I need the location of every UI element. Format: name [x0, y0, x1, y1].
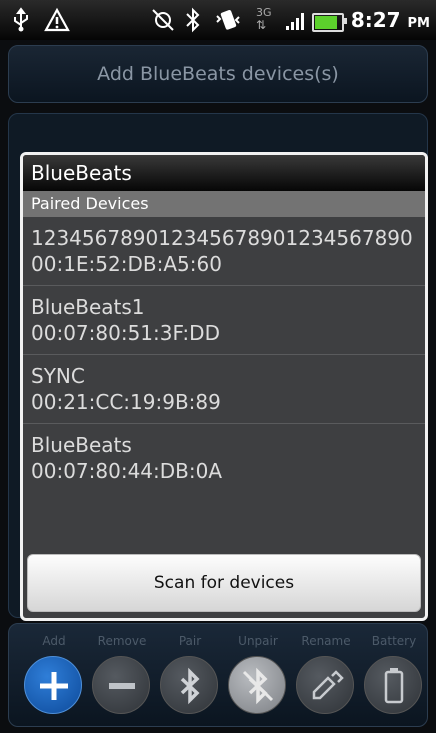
plus-icon	[24, 656, 82, 714]
remove-label: Remove	[97, 634, 147, 648]
header-panel: Add BlueBeats devices(s)	[8, 45, 428, 103]
pair-label: Pair	[178, 634, 202, 648]
device-item[interactable]: SYNC 00:21:CC:19:9B:89	[23, 355, 425, 424]
unpair-label: Unpair	[238, 634, 278, 648]
no-sync-icon	[150, 7, 176, 33]
vibrate-icon	[214, 7, 242, 33]
device-item[interactable]: BlueBeats1 00:07:80:51:3F:DD	[23, 286, 425, 355]
rename-button[interactable]: Rename	[291, 624, 361, 728]
bluetooth-off-icon	[228, 656, 286, 714]
network-3g-icon: 3G ⇅	[256, 6, 272, 32]
device-list: 123456789012345678901234567890 00:1E:52:…	[23, 217, 425, 492]
device-item[interactable]: 123456789012345678901234567890 00:1E:52:…	[23, 217, 425, 286]
device-name: SYNC	[31, 364, 85, 388]
battery-label: Battery	[371, 634, 417, 648]
bottom-toolbar: Add Remove Pair Unpair Rename Battery	[8, 623, 428, 727]
clock-time: 8:27	[350, 8, 401, 32]
device-name: BlueBeats1	[31, 295, 145, 319]
device-item[interactable]: BlueBeats 00:07:80:44:DB:0A	[23, 424, 425, 492]
add-label: Add	[42, 634, 66, 648]
paired-devices-header: Paired Devices	[23, 191, 425, 217]
battery-button[interactable]: Battery	[359, 624, 429, 728]
clock-ampm: PM	[407, 16, 430, 31]
scan-for-devices-button[interactable]: Scan for devices	[27, 554, 421, 612]
add-button[interactable]: Add	[19, 624, 89, 728]
device-address: 00:21:CC:19:9B:89	[31, 390, 221, 414]
battery-icon	[312, 13, 347, 32]
battery-icon	[364, 656, 422, 714]
signal-icon	[286, 12, 308, 30]
bluetooth-icon	[184, 7, 202, 33]
unpair-button[interactable]: Unpair	[223, 624, 293, 728]
device-dialog: BlueBeats Paired Devices 123456789012345…	[20, 152, 428, 621]
device-name: 123456789012345678901234567890	[31, 226, 413, 250]
warning-icon	[44, 7, 70, 33]
device-name: BlueBeats	[31, 433, 132, 457]
status-bar: 3G ⇅ 8:27 PM	[0, 0, 436, 40]
minus-icon	[92, 656, 150, 714]
edit-icon	[296, 656, 354, 714]
device-address: 00:07:80:51:3F:DD	[31, 321, 220, 345]
bluetooth-icon	[160, 656, 218, 714]
device-address: 00:1E:52:DB:A5:60	[31, 252, 222, 276]
remove-button[interactable]: Remove	[87, 624, 157, 728]
rename-label: Rename	[301, 634, 351, 648]
pair-button[interactable]: Pair	[155, 624, 225, 728]
device-address: 00:07:80:44:DB:0A	[31, 459, 223, 483]
dialog-title: BlueBeats	[23, 155, 425, 191]
clock: 8:27 PM	[351, 9, 430, 35]
page-title: Add BlueBeats devices(s)	[97, 63, 339, 85]
usb-icon	[10, 7, 32, 33]
